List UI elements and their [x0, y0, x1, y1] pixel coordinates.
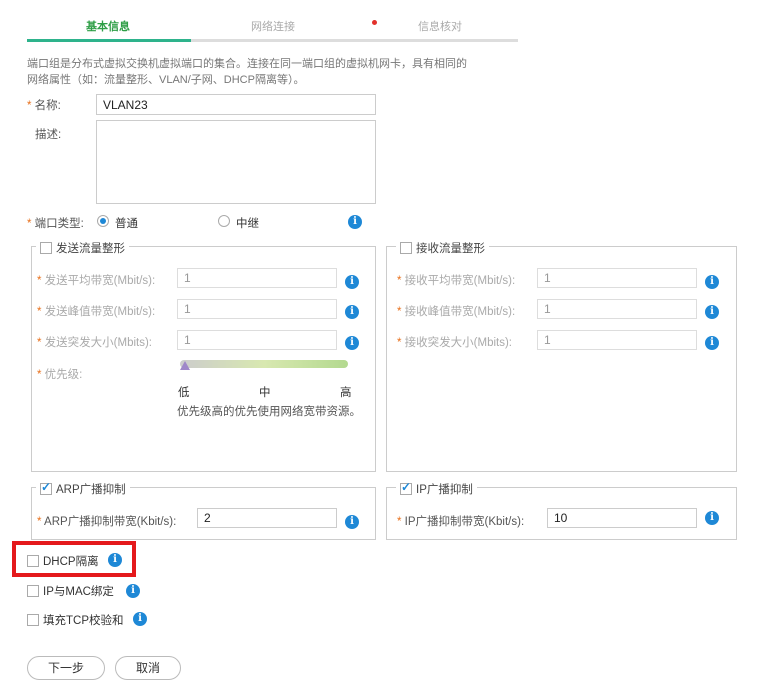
- recv-avg-label: * 接收平均带宽(Mbit/s):: [397, 275, 516, 287]
- recv-peak-info-icon[interactable]: i: [705, 305, 719, 319]
- cancel-button[interactable]: 取消: [115, 656, 181, 680]
- step-marker-dot: [372, 20, 377, 25]
- send-shaping-checkbox[interactable]: [40, 242, 52, 254]
- arp-bandwidth-label: * ARP广播抑制带宽(Kbit/s):: [37, 516, 177, 528]
- recv-shaping-checkbox[interactable]: [400, 242, 412, 254]
- send-burst-label: * 发送突发大小(Mbits):: [37, 337, 153, 349]
- arp-bandwidth-info-icon[interactable]: i: [345, 515, 359, 529]
- ip-suppression-legend[interactable]: IP广播抑制: [396, 480, 477, 497]
- port-type-normal-label[interactable]: 普通: [115, 215, 138, 231]
- port-type-normal-radio[interactable]: [97, 215, 109, 227]
- tcp-checksum-option[interactable]: 填充TCP校验和: [27, 612, 124, 628]
- recv-avg-info-icon[interactable]: i: [705, 275, 719, 289]
- recv-peak-label: * 接收峰值带宽(Mbit/s):: [397, 306, 516, 318]
- description-label: 描述:: [35, 129, 62, 141]
- ip-bandwidth-label: * IP广播抑制带宽(Kbit/s):: [397, 516, 525, 528]
- send-peak-label: * 发送峰值带宽(Mbit/s):: [37, 306, 156, 318]
- send-burst-info-icon[interactable]: i: [345, 336, 359, 350]
- send-avg-input[interactable]: [177, 268, 337, 288]
- priority-label: * 优先级:: [37, 369, 83, 381]
- tcp-checksum-info-icon[interactable]: i: [133, 612, 147, 626]
- arp-bandwidth-input[interactable]: [197, 508, 337, 528]
- port-type-trunk-radio[interactable]: [218, 215, 230, 227]
- step-network-connection[interactable]: 网络连接: [243, 18, 303, 34]
- dhcp-isolation-info-icon[interactable]: i: [108, 553, 122, 567]
- tcp-checksum-checkbox[interactable]: [27, 614, 39, 626]
- arp-suppression-checkbox[interactable]: [40, 480, 52, 495]
- step-progress-fill: [27, 39, 191, 42]
- recv-shaping-legend[interactable]: 接收流量整形: [396, 240, 489, 256]
- description-textarea[interactable]: [96, 120, 376, 204]
- port-type-label: * 端口类型:: [27, 218, 84, 230]
- priority-slider[interactable]: [180, 360, 348, 368]
- page-description: 端口组是分布式虚拟交换机虚拟端口的集合。连接在同一端口组的虚拟机网卡，具有相同的…: [27, 58, 467, 86]
- priority-low-label: 低: [178, 387, 190, 399]
- recv-burst-label: * 接收突发大小(Mbits):: [397, 337, 513, 349]
- priority-slider-handle[interactable]: [180, 361, 190, 370]
- ip-mac-binding-info-icon[interactable]: i: [126, 584, 140, 598]
- recv-burst-input[interactable]: [537, 330, 697, 350]
- recv-peak-input[interactable]: [537, 299, 697, 319]
- send-burst-input[interactable]: [177, 330, 337, 350]
- priority-hint: 优先级高的优先使用网络宽带资源。: [177, 406, 361, 418]
- name-label: * 名称:: [27, 100, 61, 112]
- priority-high-label: 高: [340, 387, 352, 399]
- name-input[interactable]: [96, 94, 376, 115]
- send-avg-info-icon[interactable]: i: [345, 275, 359, 289]
- next-button[interactable]: 下一步: [27, 656, 105, 680]
- recv-avg-input[interactable]: [537, 268, 697, 288]
- step-info-check[interactable]: 信息核对: [410, 18, 470, 34]
- send-peak-info-icon[interactable]: i: [345, 305, 359, 319]
- port-type-info-icon[interactable]: i: [348, 215, 362, 229]
- priority-mid-label: 中: [259, 387, 271, 399]
- send-avg-label: * 发送平均带宽(Mbit/s):: [37, 275, 156, 287]
- dhcp-isolation-option[interactable]: DHCP隔离: [27, 553, 99, 569]
- ip-suppression-checkbox[interactable]: [400, 480, 412, 495]
- ip-mac-binding-checkbox[interactable]: [27, 585, 39, 597]
- dhcp-isolation-checkbox[interactable]: [27, 555, 39, 567]
- send-shaping-legend[interactable]: 发送流量整形: [36, 240, 129, 256]
- send-peak-input[interactable]: [177, 299, 337, 319]
- arp-suppression-legend[interactable]: ARP广播抑制: [36, 480, 130, 497]
- ip-bandwidth-input[interactable]: [547, 508, 697, 528]
- ip-bandwidth-info-icon[interactable]: i: [705, 511, 719, 525]
- recv-burst-info-icon[interactable]: i: [705, 336, 719, 350]
- port-type-trunk-label[interactable]: 中继: [236, 215, 259, 231]
- ip-mac-binding-option[interactable]: IP与MAC绑定: [27, 583, 114, 599]
- step-basic-info[interactable]: 基本信息: [78, 18, 138, 34]
